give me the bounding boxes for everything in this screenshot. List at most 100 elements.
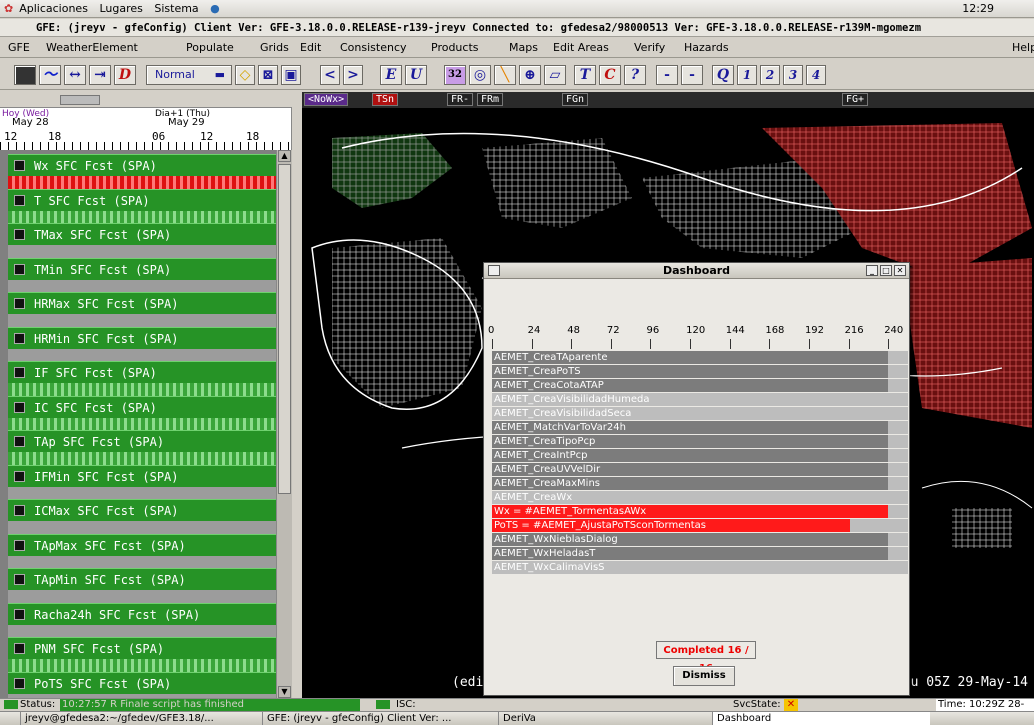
menu-populate[interactable]: Populate (186, 38, 234, 58)
menu-gfe[interactable]: GFE (8, 38, 30, 58)
grid-row[interactable]: IFMin SFC Fcst (SPA) (8, 464, 277, 503)
procedure-bar[interactable]: AEMET_WxHeladasT (492, 547, 908, 560)
grid-label[interactable]: IC SFC Fcst (SPA) (8, 395, 277, 418)
grid-row[interactable]: ICMax SFC Fcst (SPA) (8, 499, 277, 537)
grid-row[interactable]: T SFC Fcst (SPA) (8, 188, 277, 227)
grid-row[interactable]: Wx SFC Fcst (SPA) (8, 154, 277, 192)
grid-row[interactable]: TMax SFC Fcst (SPA) (8, 223, 277, 261)
grid-row[interactable]: IF SFC Fcst (SPA) (8, 361, 277, 399)
globe-icon[interactable]: ● (210, 2, 220, 15)
menu-help[interactable]: Help (1012, 38, 1034, 58)
grid-row[interactable]: IC SFC Fcst (SPA) (8, 395, 277, 434)
svcstate-warning-icon[interactable]: ✕ (784, 699, 798, 711)
grid-toggle-icon[interactable] (14, 263, 25, 275)
grid-row[interactable]: TApMin SFC Fcst (SPA) (8, 568, 277, 606)
wx-legend-item[interactable]: <NoWx> (304, 93, 349, 106)
grid-label[interactable]: HRMax SFC Fcst (SPA) (8, 292, 277, 314)
grid-toggle-icon[interactable] (14, 401, 25, 413)
time-scrollbar[interactable] (0, 92, 292, 108)
taskbar-deriva[interactable]: DeriVa (498, 712, 708, 725)
undo-button[interactable]: U (405, 65, 427, 85)
wx-legend-item[interactable]: FG+ (842, 93, 869, 106)
menu-products[interactable]: Products (431, 38, 479, 58)
procedure-bar[interactable]: PoTS = #AEMET_AjustaPoTSconTormentas (492, 519, 908, 532)
grid-label[interactable]: TApMax SFC Fcst (SPA) (8, 533, 277, 556)
menu-lugares[interactable]: Lugares (99, 2, 142, 15)
procedure-bar[interactable]: AEMET_CreaMaxMins (492, 477, 908, 490)
menu-consistency[interactable]: Consistency (340, 38, 407, 58)
grid-label[interactable]: Racha24h SFC Fcst (SPA) (8, 602, 277, 625)
grid-row[interactable]: HRMax SFC Fcst (SPA) (8, 292, 277, 330)
mode-select[interactable]: Normal ▬ (146, 65, 232, 85)
select-points-icon[interactable]: ⊕ (519, 65, 541, 85)
grid-toggle-icon[interactable] (14, 643, 25, 654)
window-menu-icon[interactable] (488, 265, 500, 276)
grid-row[interactable]: PNM SFC Fcst (SPA) (8, 637, 277, 675)
layer-1-button[interactable]: 1 (737, 65, 757, 85)
grid-toggle-icon[interactable] (14, 436, 25, 447)
menu-weatherelement[interactable]: WeatherElement (46, 38, 138, 58)
save-icon[interactable]: ▣ (281, 65, 301, 85)
target-icon[interactable]: ◎ (469, 65, 491, 85)
time-scale[interactable]: Hoy (Wed) Dia+1 (Thu) May 28 May 29 12 1… (0, 92, 292, 150)
area-icon[interactable]: ▱ (544, 65, 566, 85)
grid-label[interactable]: TApMin SFC Fcst (SPA) (8, 568, 277, 590)
scroll-thumb[interactable] (278, 164, 291, 494)
layer-3-button[interactable]: 3 (783, 65, 803, 85)
edit-button[interactable]: E (380, 65, 402, 85)
menu-edit[interactable]: Edit (300, 38, 321, 58)
grid-toggle-icon[interactable] (14, 505, 25, 516)
diamond-icon[interactable]: ◇ (235, 65, 255, 85)
menu-maps[interactable]: Maps (509, 38, 538, 58)
grid-row[interactable]: PoTS SFC Fcst (SPA) (8, 671, 277, 698)
panel-clock[interactable]: 12:29 (962, 2, 994, 15)
next-icon[interactable]: > (343, 65, 363, 85)
layer-4-button[interactable]: 4 (806, 65, 826, 85)
minus-icon-2[interactable]: - (681, 65, 703, 85)
t-button[interactable]: T (574, 65, 596, 85)
dashboard-titlebar[interactable]: Dashboard _ □ ✕ (484, 263, 909, 279)
close-icon[interactable]: ✕ (894, 265, 906, 276)
grid-toggle-icon[interactable] (14, 608, 25, 620)
wx-legend-item[interactable]: FGn (562, 93, 589, 106)
grid-toggle-icon[interactable] (14, 539, 25, 551)
expand-icon[interactable]: ↔ (64, 65, 86, 85)
draw-button[interactable]: D (114, 65, 136, 85)
grid-toggle-icon[interactable] (14, 367, 25, 378)
scroll-down-icon[interactable]: ▼ (278, 686, 291, 698)
pencil-icon[interactable]: ╲ (494, 65, 516, 85)
procedure-bar[interactable]: AEMET_CreaIntPcp (492, 449, 908, 462)
grid-row[interactable]: Racha24h SFC Fcst (SPA) (8, 602, 277, 641)
procedure-bar[interactable]: AEMET_CreaTipoPcp (492, 435, 908, 448)
grid-row[interactable]: TAp SFC Fcst (SPA) (8, 430, 277, 468)
grid-label[interactable]: IF SFC Fcst (SPA) (8, 361, 277, 383)
menu-sistema[interactable]: Sistema (154, 2, 198, 15)
procedure-bar[interactable]: Wx = #AEMET_TormentasAWx (492, 505, 908, 518)
grid-row[interactable]: TApMax SFC Fcst (SPA) (8, 533, 277, 572)
grid-toggle-icon[interactable] (14, 160, 25, 171)
procedure-bar[interactable]: AEMET_CreaPoTS (492, 365, 908, 378)
contract-icon[interactable]: ⇥ (89, 65, 111, 85)
menu-hazards[interactable]: Hazards (684, 38, 729, 58)
procedure-bar[interactable]: AEMET_CreaVisibilidadSeca (492, 407, 908, 420)
procedure-bar[interactable]: AEMET_CreaVisibilidadHumeda (492, 393, 908, 406)
menu-grids[interactable]: Grids (260, 38, 289, 58)
taskbar-terminal[interactable]: jreyv@gfedesa2:~/gfedev/GFE3.18/... (20, 712, 258, 725)
grid-label[interactable]: PNM SFC Fcst (SPA) (8, 637, 277, 659)
grid-label[interactable]: ICMax SFC Fcst (SPA) (8, 499, 277, 521)
menu-aplicaciones[interactable]: Aplicaciones (19, 2, 88, 15)
grid-row[interactable]: TMin SFC Fcst (SPA) (8, 257, 277, 296)
grid-label[interactable]: IFMin SFC Fcst (SPA) (8, 464, 277, 487)
minimize-icon[interactable]: _ (866, 265, 878, 276)
help-button[interactable]: ? (624, 65, 646, 85)
grid-label[interactable]: TAp SFC Fcst (SPA) (8, 430, 277, 452)
menu-edit-areas[interactable]: Edit Areas (553, 38, 609, 58)
procedure-bar[interactable]: AEMET_CreaTAparente (492, 351, 908, 364)
grid-label[interactable]: HRMin SFC Fcst (SPA) (8, 326, 277, 349)
grid-toggle-icon[interactable] (14, 229, 25, 240)
grid-label[interactable]: PoTS SFC Fcst (SPA) (8, 671, 277, 694)
maximize-icon[interactable]: □ (880, 265, 892, 276)
procedure-bar[interactable]: AEMET_CreaWx (492, 491, 908, 504)
display-mode-button[interactable] (14, 65, 36, 85)
grid-toggle-icon[interactable] (14, 574, 25, 585)
